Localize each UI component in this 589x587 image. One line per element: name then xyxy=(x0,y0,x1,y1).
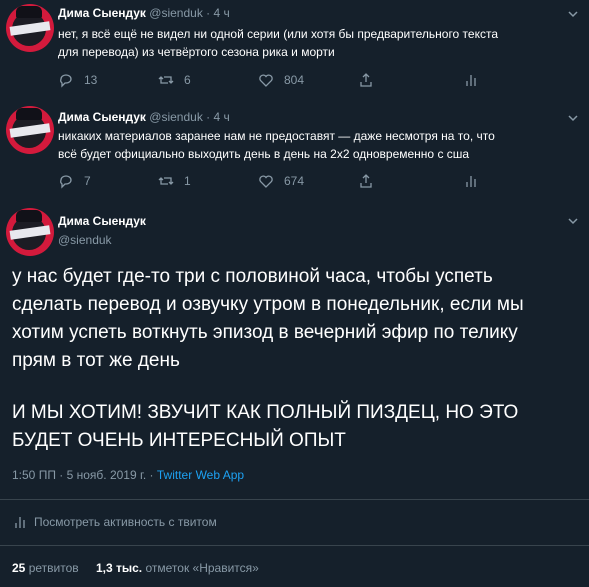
author-handle[interactable]: @sienduk xyxy=(149,110,203,124)
tweet-time[interactable]: · 4 ч xyxy=(206,6,230,20)
tweet-header: Дима Сыендук @sienduk · 4 ч xyxy=(58,6,230,20)
avatar[interactable] xyxy=(6,208,54,256)
share-icon xyxy=(360,174,372,188)
reply-icon xyxy=(60,175,72,189)
tweet-text-line: прям в тот же день xyxy=(12,350,180,371)
author-handle[interactable]: @sienduk xyxy=(58,233,112,247)
share-button[interactable] xyxy=(358,173,384,189)
retweet-icon xyxy=(158,76,174,84)
tweet-timestamp[interactable]: 1:50 ПП · 5 нояб. 2019 г. · xyxy=(12,468,157,482)
tweet-text-line: нет, я всё ещё не видел ни одной серии (… xyxy=(58,27,499,41)
tweet-1[interactable]: Дима Сыендук @sienduk · 4 ч нет, я всё е… xyxy=(0,0,589,100)
likes-label: отметок «Нравится» xyxy=(142,561,259,575)
tweet-text: никаких материалов заранее нам не предос… xyxy=(58,127,495,163)
avatar[interactable] xyxy=(6,106,54,154)
tweet-stats: 25 ретвитов 1,3 тыс. отметок «Нравится» xyxy=(12,561,259,575)
retweets-label: ретвитов xyxy=(25,561,79,575)
reply-count: 7 xyxy=(84,174,91,188)
like-count: 674 xyxy=(284,174,305,188)
chevron-down-icon[interactable] xyxy=(566,111,580,125)
tweet-text: нет, я всё ещё не видел ни одной серии (… xyxy=(58,25,498,61)
tweet-text-paragraph-2: И МЫ ХОТИМ! ЗВУЧИТ КАК ПОЛНЫЙ ПИЗДЕЦ, НО… xyxy=(12,399,582,455)
author-handle-line: @sienduk xyxy=(58,233,112,247)
likes-stat[interactable]: 1,3 тыс. отметок «Нравится» xyxy=(96,561,259,575)
like-count: 804 xyxy=(284,73,305,87)
reply-button[interactable]: 13 xyxy=(58,72,97,88)
tweet-text-paragraph-1: у нас будет где-то три с половиной часа,… xyxy=(12,263,582,375)
chevron-down-icon[interactable] xyxy=(566,214,580,228)
author-name-line: Дима Сыендук xyxy=(58,214,146,228)
tweet-text-line: хотим успеть воткнуть эпизод в вечерний … xyxy=(12,322,518,343)
likes-count: 1,3 тыс. xyxy=(95,561,143,575)
share-button[interactable] xyxy=(358,72,384,88)
divider xyxy=(0,545,589,546)
tweet-activity-link[interactable]: Посмотреть активность с твитом xyxy=(12,514,217,530)
tweet-text-line: у нас будет где-то три с половиной часа,… xyxy=(12,266,493,287)
retweet-button[interactable]: 1 xyxy=(158,173,191,189)
like-icon xyxy=(259,175,273,188)
reply-icon xyxy=(60,74,72,88)
retweet-button[interactable]: 6 xyxy=(158,72,191,88)
divider xyxy=(0,499,589,500)
tweet-source-link[interactable]: Twitter Web App xyxy=(157,468,244,482)
avatar[interactable] xyxy=(6,4,54,52)
like-button[interactable]: 674 xyxy=(258,173,304,189)
tweet-header: Дима Сыендук @sienduk · 4 ч xyxy=(58,110,230,124)
analytics-icon xyxy=(15,517,25,528)
tweet-2[interactable]: Дима Сыендук @sienduk · 4 ч никаких мате… xyxy=(0,100,589,200)
retweet-icon xyxy=(158,177,174,185)
analytics-icon xyxy=(466,176,476,187)
chevron-down-icon[interactable] xyxy=(566,7,580,21)
retweets-stat[interactable]: 25 ретвитов xyxy=(12,561,79,575)
tweet-meta: 1:50 ПП · 5 нояб. 2019 г. · Twitter Web … xyxy=(12,468,244,482)
share-icon xyxy=(360,73,372,87)
like-button[interactable]: 804 xyxy=(258,72,304,88)
tweet-text-line: сделать перевод и озвучку утром в понеде… xyxy=(12,294,524,315)
retweets-count: 25 xyxy=(12,561,26,575)
activity-label: Посмотреть активность с твитом xyxy=(34,515,217,529)
tweet-actions: 7 1 674 xyxy=(58,173,498,191)
main-tweet: Дима Сыендук @sienduk у нас будет где-то… xyxy=(0,200,589,587)
reply-button[interactable]: 7 xyxy=(58,173,91,189)
tweet-text-line: И МЫ ХОТИМ! ЗВУЧИТ КАК ПОЛНЫЙ ПИЗДЕЦ, НО… xyxy=(12,402,519,423)
tweet-thread: { "tweets": [ { "name": "Дима Сыендук", … xyxy=(0,0,589,587)
analytics-button[interactable] xyxy=(463,173,489,189)
tweet-text-line: для перевода) из четвёртого сезона рика … xyxy=(58,45,335,59)
analytics-icon xyxy=(466,75,476,86)
analytics-button[interactable] xyxy=(463,72,489,88)
author-name[interactable]: Дима Сыендук xyxy=(58,214,146,228)
retweet-count: 1 xyxy=(184,174,191,188)
author-name[interactable]: Дима Сыендук xyxy=(58,110,146,124)
reply-count: 13 xyxy=(84,73,98,87)
tweet-time[interactable]: · 4 ч xyxy=(206,110,230,124)
tweet-text-line: всё будет официально выходить день в ден… xyxy=(58,147,470,161)
retweet-count: 6 xyxy=(184,73,191,87)
author-name[interactable]: Дима Сыендук xyxy=(58,6,146,20)
tweet-text-line: никаких материалов заранее нам не предос… xyxy=(58,129,495,143)
tweet-text-line: БУДЕТ ОЧЕНЬ ИНТЕРЕСНЫЙ ОПЫТ xyxy=(12,430,346,451)
tweet-actions: 13 6 804 xyxy=(58,72,498,90)
like-icon xyxy=(259,74,273,87)
author-handle[interactable]: @sienduk xyxy=(149,6,203,20)
